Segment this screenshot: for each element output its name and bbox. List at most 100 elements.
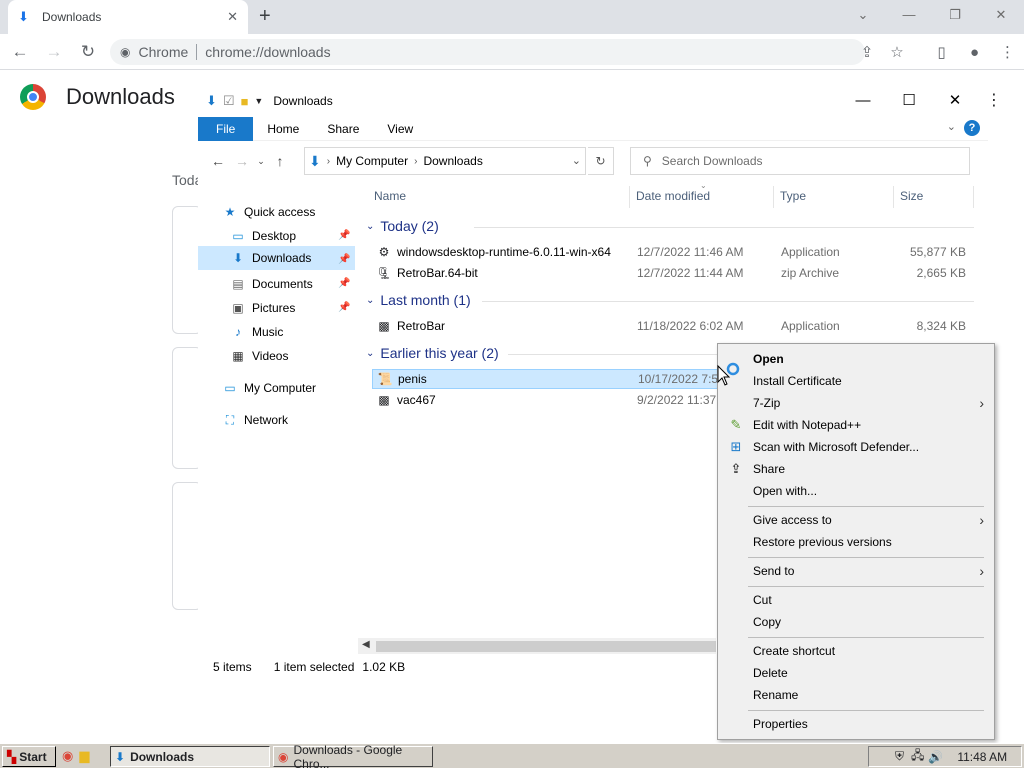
breadcrumb-chevron-icon[interactable]: › xyxy=(327,156,330,167)
collapse-group-icon[interactable]: ⌄ xyxy=(366,348,374,359)
chrome-menu-icon[interactable]: ⋮ xyxy=(991,43,1024,61)
up-button[interactable]: ↑ xyxy=(268,153,292,169)
scrollbar-thumb[interactable] xyxy=(376,641,716,652)
explorer-minimize-button[interactable]: — xyxy=(840,86,886,116)
recent-locations-icon[interactable]: ⌄ xyxy=(254,156,268,167)
side-panel-icon[interactable]: ▯ xyxy=(925,43,958,61)
profile-avatar-icon[interactable]: ● xyxy=(958,44,991,61)
new-tab-button[interactable]: + xyxy=(259,5,271,28)
menu-item-open-with[interactable]: Open with... xyxy=(720,480,992,502)
address-bar[interactable]: ◉ Chrome chrome://downloads xyxy=(110,39,865,65)
download-icon: ⬇ xyxy=(18,9,29,24)
explorer-forward-button[interactable]: → xyxy=(230,153,254,169)
security-shield-icon[interactable]: ⛨ xyxy=(895,749,904,764)
forward-button[interactable]: → xyxy=(40,42,68,62)
breadcrumb-my-computer[interactable]: My Computer xyxy=(336,154,408,168)
collapse-group-icon[interactable]: ⌄ xyxy=(366,295,374,306)
taskbar-item-downloads[interactable]: ⬇ Downloads xyxy=(110,746,270,767)
network-tray-icon[interactable]: 🖧 xyxy=(911,746,924,767)
menu-item-open[interactable]: Open xyxy=(720,348,992,370)
nav-quick-access[interactable]: ★ Quick access xyxy=(222,200,316,224)
menu-item-scan-defender[interactable]: ⊞ Scan with Microsoft Defender... xyxy=(720,436,992,458)
pin-icon[interactable]: 📌 xyxy=(338,254,350,265)
scroll-left-icon[interactable]: ◀ xyxy=(362,639,370,650)
menu-item-install-certificate[interactable]: Install Certificate xyxy=(720,370,992,392)
nav-my-computer[interactable]: ▭ My Computer xyxy=(222,376,316,400)
tab-downloads[interactable]: ⬇ Downloads ✕ xyxy=(8,0,248,34)
nav-pictures[interactable]: ▣ Pictures xyxy=(230,296,295,320)
properties-icon[interactable]: ☑ xyxy=(223,93,235,109)
help-icon[interactable]: ? xyxy=(964,120,980,136)
tab-search-icon[interactable]: ⌄ xyxy=(840,0,886,34)
reload-button[interactable]: ↻ xyxy=(74,42,102,62)
bookmark-star-icon[interactable]: ☆ xyxy=(882,43,912,61)
explorer-address-bar[interactable]: ⬇ › My Computer › Downloads ⌄ xyxy=(304,147,586,175)
tab-share[interactable]: Share xyxy=(313,117,373,141)
explorer-back-button[interactable]: ← xyxy=(206,153,230,169)
horizontal-scrollbar[interactable]: ◀ xyxy=(358,638,716,654)
menu-item-create-shortcut[interactable]: Create shortcut xyxy=(720,640,992,662)
more-icon[interactable]: ⋮ xyxy=(986,90,1002,110)
address-dropdown-icon[interactable]: ⌄ xyxy=(572,154,581,167)
collapse-group-icon[interactable]: ⌄ xyxy=(366,221,374,232)
breadcrumb-downloads[interactable]: Downloads xyxy=(423,154,482,168)
restore-button[interactable]: ❐ xyxy=(932,0,978,34)
expand-ribbon-icon[interactable]: ⌄ xyxy=(947,120,956,133)
nav-downloads[interactable]: ⬇ Downloads xyxy=(198,246,355,270)
menu-item-delete[interactable]: Delete xyxy=(720,662,992,684)
nav-desktop[interactable]: ▭ Desktop xyxy=(230,224,296,248)
new-folder-icon[interactable]: ■ xyxy=(241,94,249,109)
explorer-close-button[interactable]: ✕ xyxy=(932,86,978,116)
menu-item-share[interactable]: ⇪ Share xyxy=(720,458,992,480)
folder-quicklaunch-icon[interactable]: ▆ xyxy=(79,748,89,764)
chrome-site-icon: ◉ xyxy=(120,45,131,59)
back-button[interactable]: ← xyxy=(6,42,34,62)
menu-item-send-to[interactable]: Send to › xyxy=(720,560,992,582)
tab-file[interactable]: File xyxy=(198,116,254,141)
start-button[interactable]: ▚ Start xyxy=(2,746,56,767)
nav-documents[interactable]: ▤ Documents xyxy=(230,272,312,296)
pin-icon[interactable]: 📌 xyxy=(338,278,350,289)
group-header-earlier-this-year[interactable]: ⌄ Earlier this year (2) xyxy=(366,343,499,363)
tab-home[interactable]: Home xyxy=(253,117,313,141)
menu-item-give-access[interactable]: Give access to › xyxy=(720,509,992,531)
toolbar-right: ▯ ● ⋮ xyxy=(925,34,1024,70)
chrome-quicklaunch-icon[interactable]: ◉ xyxy=(62,748,73,764)
column-size[interactable]: Size xyxy=(894,186,974,208)
file-row[interactable]: 🗜 RetroBar.64-bit 12/7/2022 11:44 AM zip… xyxy=(372,263,972,283)
nav-music[interactable]: ♪ Music xyxy=(230,320,283,344)
menu-item-7zip[interactable]: 7-Zip › xyxy=(720,392,992,414)
menu-item-copy[interactable]: Copy xyxy=(720,611,992,633)
explorer-maximize-button[interactable]: ☐ xyxy=(886,86,932,116)
menu-item-restore-versions[interactable]: Restore previous versions xyxy=(720,531,992,553)
column-name[interactable]: Name xyxy=(368,186,630,208)
clock[interactable]: 11:48 AM xyxy=(957,750,1007,764)
menu-item-cut[interactable]: Cut xyxy=(720,589,992,611)
menu-item-properties[interactable]: Properties xyxy=(720,713,992,735)
file-row-selected[interactable]: 📜 penis 10/17/2022 7:58 xyxy=(372,369,725,389)
pin-icon[interactable]: 📌 xyxy=(338,302,350,313)
refresh-button[interactable]: ↻ xyxy=(588,147,614,175)
group-header-today[interactable]: ⌄ Today (2) xyxy=(366,216,439,236)
file-row[interactable]: ▩ vac467 9/2/2022 11:37 A xyxy=(372,390,727,410)
nav-videos[interactable]: ▦ Videos xyxy=(230,344,288,368)
group-header-last-month[interactable]: ⌄ Last month (1) xyxy=(366,290,471,310)
volume-icon[interactable]: 🔊 xyxy=(928,750,943,764)
customize-qa-icon[interactable]: ▼ xyxy=(254,96,263,106)
close-tab-icon[interactable]: ✕ xyxy=(227,9,238,25)
taskbar-item-chrome[interactable]: ◉ Downloads - Google Chro... xyxy=(273,743,433,768)
file-row[interactable]: ⚙ windowsdesktop-runtime-6.0.11-win-x64 … xyxy=(372,242,972,262)
file-row[interactable]: ▩ RetroBar 11/18/2022 6:02 AM Applicatio… xyxy=(372,316,972,336)
close-window-button[interactable]: ✕ xyxy=(978,0,1024,34)
nav-network[interactable]: ⛶ Network xyxy=(222,408,288,432)
menu-item-rename[interactable]: Rename xyxy=(720,684,992,706)
pin-icon[interactable]: 📌 xyxy=(338,230,350,241)
minimize-button[interactable]: — xyxy=(886,0,932,34)
tab-view[interactable]: View xyxy=(373,117,427,141)
download-folder-icon: ⬇ xyxy=(206,93,217,108)
share-page-icon[interactable]: ⇪ xyxy=(852,43,882,61)
column-type[interactable]: Type xyxy=(774,186,894,208)
breadcrumb-chevron-icon[interactable]: › xyxy=(414,156,417,167)
menu-item-edit-notepad[interactable]: ✎ Edit with Notepad++ xyxy=(720,414,992,436)
search-input[interactable]: ⚲ Search Downloads xyxy=(630,147,970,175)
